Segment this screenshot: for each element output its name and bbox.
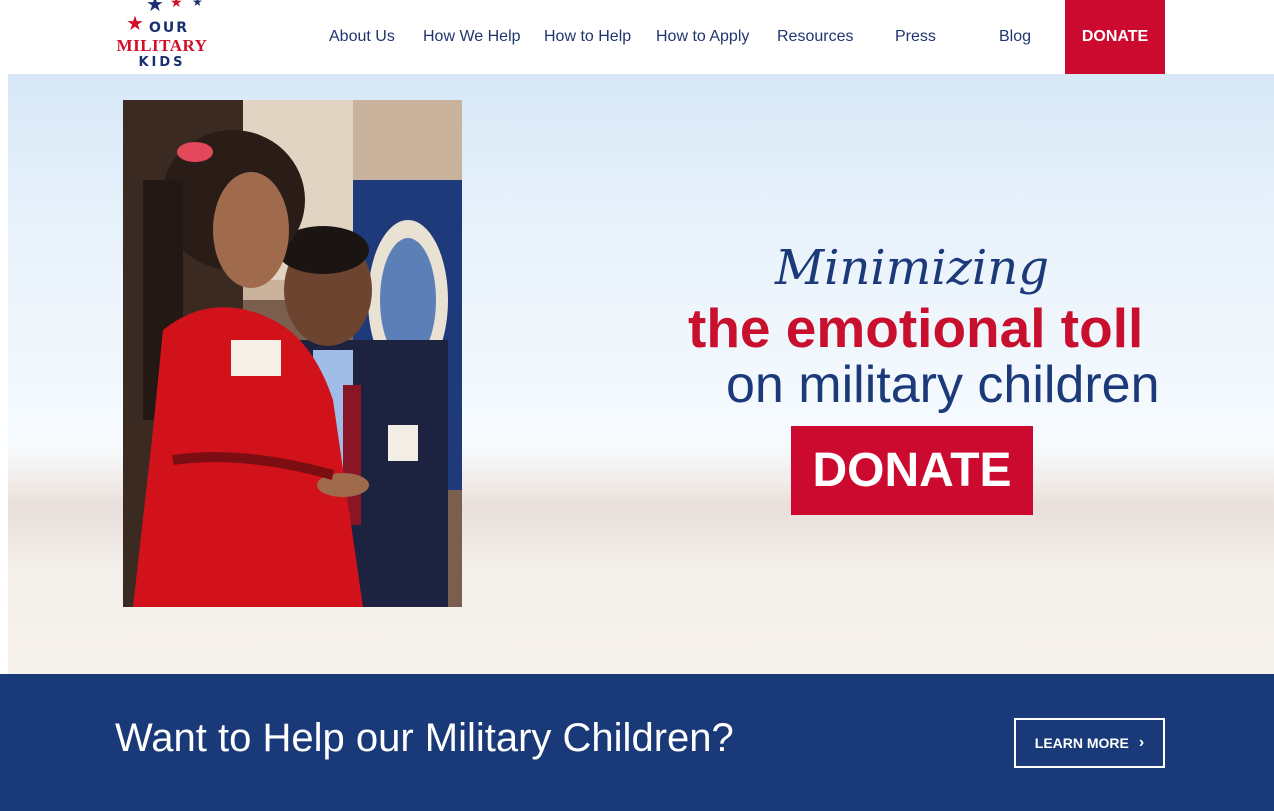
header-donate-button[interactable]: DONATE: [1065, 0, 1165, 74]
hero-donate-button[interactable]: DONATE: [791, 426, 1033, 515]
logo-line-our: OUR: [148, 20, 190, 36]
hero-headline-line2: the emotional toll: [688, 297, 1144, 359]
learn-more-button[interactable]: LEARN MORE ›: [1014, 718, 1165, 768]
hero-headline-line1: Minimizing: [775, 240, 1049, 296]
star-icon: ★: [170, 0, 183, 10]
site-logo[interactable]: ★ ★ ★ ★ OUR MILITARY KIDS: [112, 0, 212, 74]
nav-how-to-help[interactable]: How to Help: [544, 0, 631, 74]
nav-how-to-apply[interactable]: How to Apply: [656, 0, 749, 74]
nav-resources[interactable]: Resources: [777, 0, 853, 74]
learn-more-label: LEARN MORE: [1034, 735, 1129, 751]
chevron-right-icon: ›: [1138, 734, 1145, 751]
cta-band-title: Want to Help our Military Children?: [115, 716, 734, 760]
hero-headline-line3: on military children: [726, 356, 1160, 414]
star-icon: ★: [192, 0, 203, 9]
nav-blog[interactable]: Blog: [999, 0, 1031, 74]
logo-line-military: MILITARY: [116, 36, 208, 55]
hero-photo: [123, 100, 462, 607]
logo-line-kids: KIDS: [138, 55, 186, 70]
nav-press[interactable]: Press: [895, 0, 936, 74]
star-icon: ★: [146, 0, 164, 16]
nav-how-we-help[interactable]: How We Help: [423, 0, 521, 74]
nav-about-us[interactable]: About Us: [329, 0, 395, 74]
site-header: ★ ★ ★ ★ OUR MILITARY KIDS About Us How W…: [0, 0, 1274, 74]
